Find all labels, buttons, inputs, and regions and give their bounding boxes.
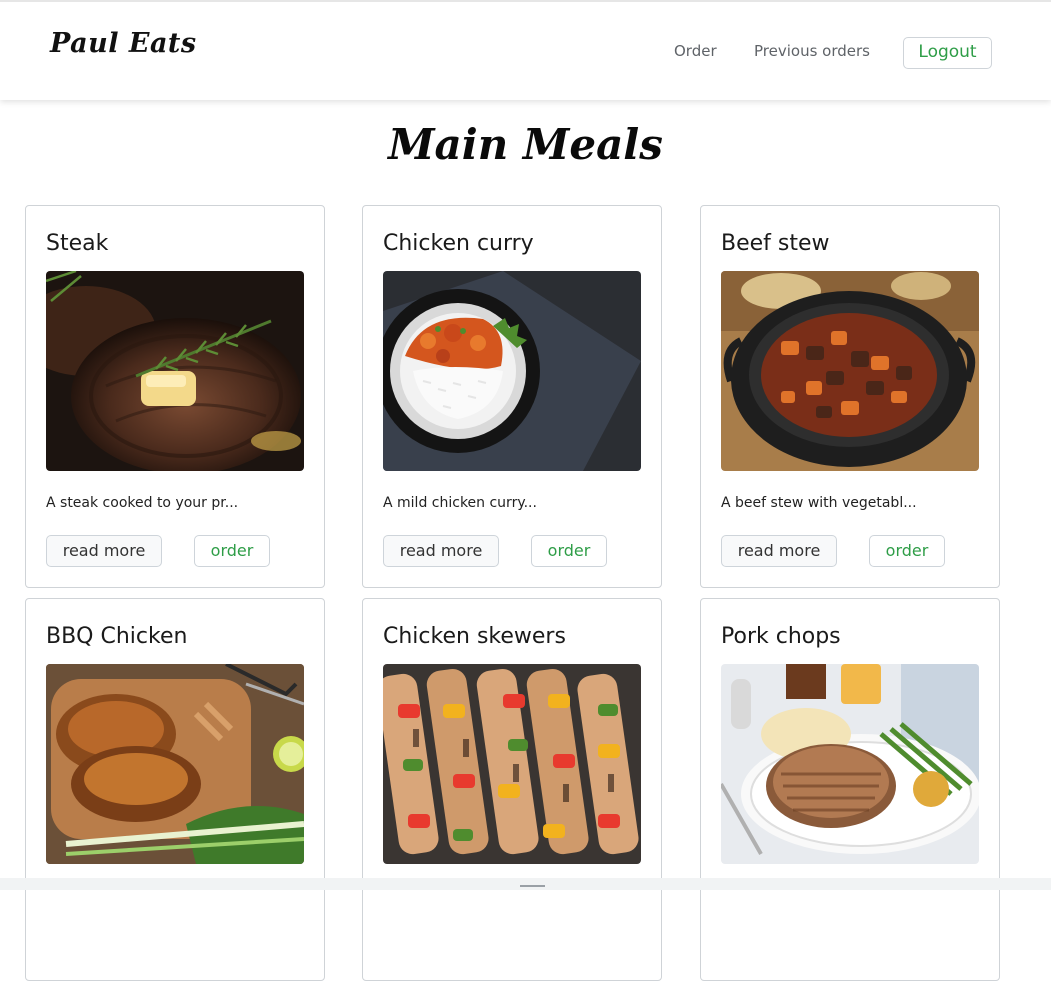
order-button[interactable]: order (531, 535, 607, 567)
meal-title: BBQ Chicken (46, 624, 188, 649)
navbar: Paul Eats Order Previous orders Logout (0, 0, 1051, 100)
bbq-chicken-image (46, 664, 304, 864)
beef-stew-image (721, 271, 979, 471)
meal-card-bbq-chicken: BBQ Chicken (25, 598, 325, 981)
meal-description: A steak cooked to your pr... (46, 495, 239, 511)
meal-title: Chicken skewers (383, 624, 566, 649)
meal-title: Chicken curry (383, 231, 534, 256)
bottom-scrollbar[interactable] (0, 878, 1051, 890)
meal-card-pork-chops: Pork chops (700, 598, 1000, 981)
meal-card-chicken-skewers: Chicken skewers (362, 598, 662, 981)
brand-logo[interactable]: Paul Eats (50, 28, 197, 59)
meal-title: Steak (46, 231, 109, 256)
meal-card-chicken-curry: Chicken curry A mild chicken curry... re… (362, 205, 662, 588)
nav-link-order[interactable]: Order (674, 42, 717, 60)
read-more-button[interactable]: read more (721, 535, 837, 567)
meal-card-beef-stew: Beef stew A beef stew with vegetabl... r… (700, 205, 1000, 588)
meal-description: A mild chicken curry... (383, 495, 537, 511)
pork-chops-image (721, 664, 979, 864)
read-more-button[interactable]: read more (383, 535, 499, 567)
page-title: Main Meals (388, 120, 663, 169)
nav-link-previous-orders[interactable]: Previous orders (754, 42, 870, 60)
steak-image (46, 271, 304, 471)
read-more-button[interactable]: read more (46, 535, 162, 567)
meal-description: A beef stew with vegetabl... (721, 495, 917, 511)
order-button[interactable]: order (194, 535, 270, 567)
logout-button[interactable]: Logout (903, 37, 992, 69)
chicken-skewers-image (383, 664, 641, 864)
meal-title: Beef stew (721, 231, 830, 256)
order-button[interactable]: order (869, 535, 945, 567)
scrollbar-handle[interactable] (520, 885, 545, 887)
meal-title: Pork chops (721, 624, 841, 649)
chicken-curry-image (383, 271, 641, 471)
meal-card-steak: Steak A steak cooked to your pr... read … (25, 205, 325, 588)
